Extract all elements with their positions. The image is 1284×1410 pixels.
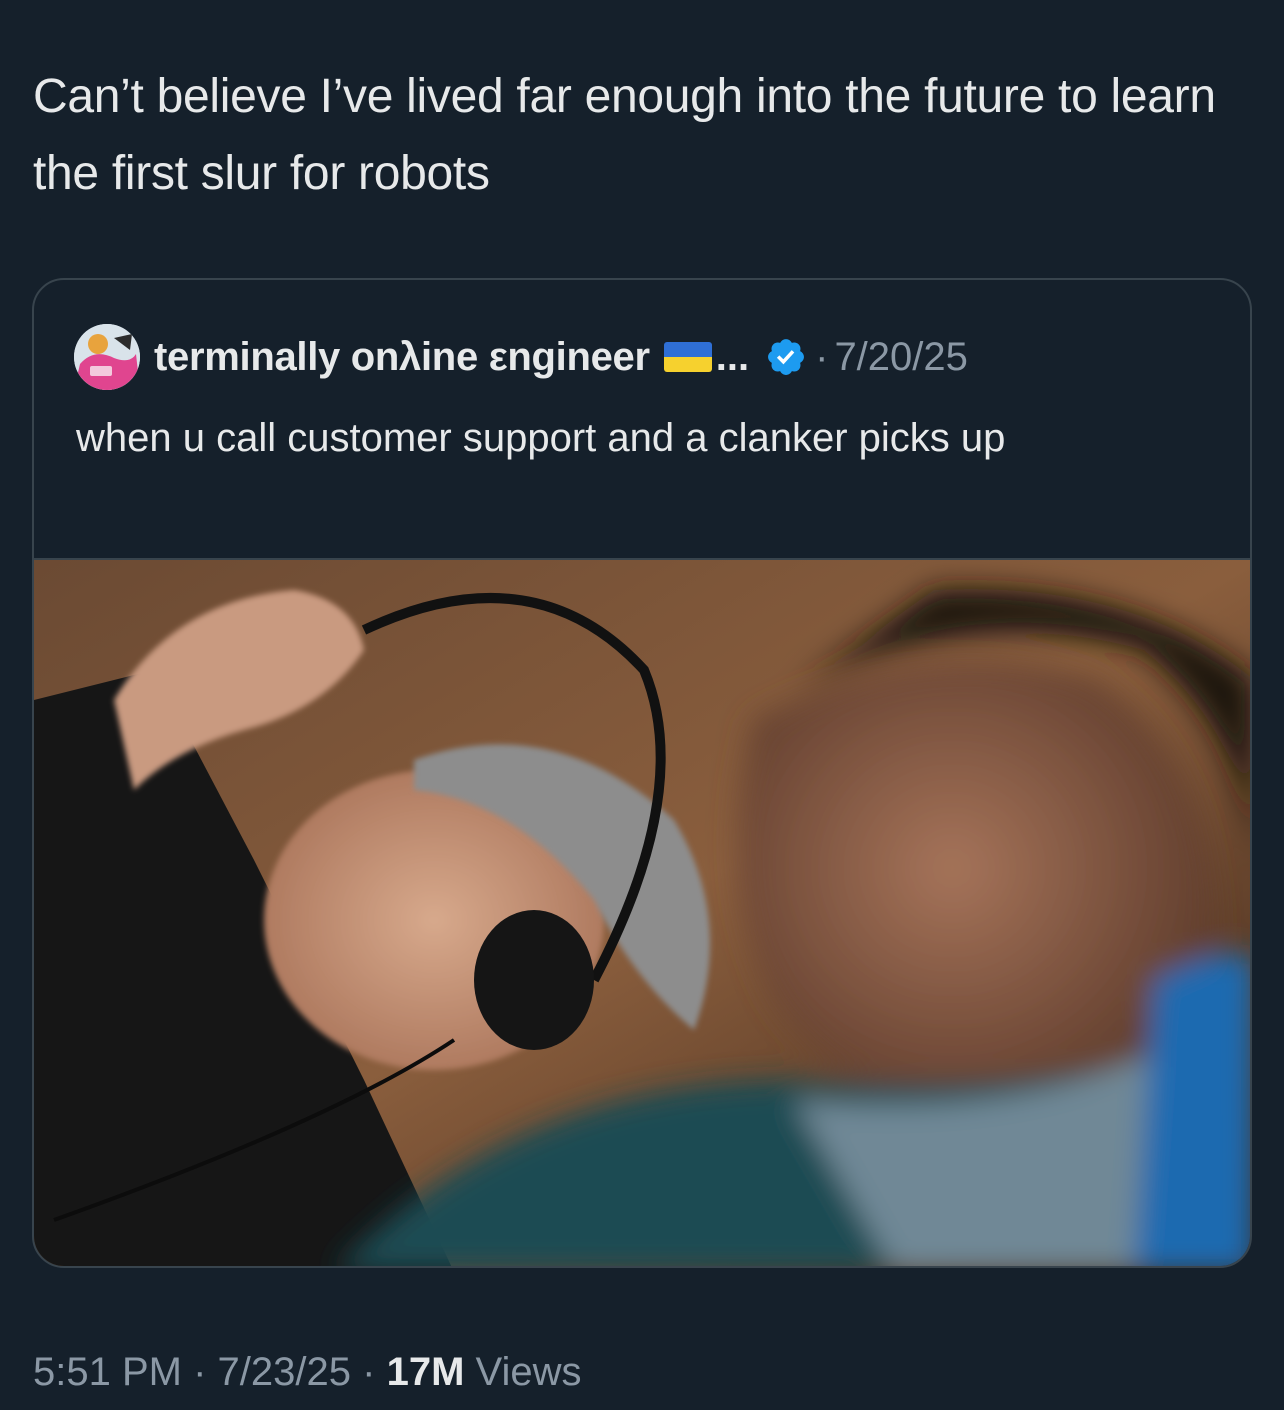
name-truncation: ... <box>715 334 750 379</box>
meta-separator: · <box>193 1350 207 1394</box>
views-label: Views <box>475 1350 582 1394</box>
avatar-icon[interactable] <box>74 324 140 390</box>
header-separator: · <box>815 334 829 379</box>
quoted-tweet-card[interactable]: terminally onλine εngineer ... · 7/20/25… <box>32 278 1252 1268</box>
verified-badge-icon <box>768 339 805 375</box>
quoted-tweet-date[interactable]: 7/20/25 <box>834 335 967 380</box>
quoted-tweet-header: terminally onλine εngineer ... · 7/20/25 <box>74 322 968 392</box>
tweet-date[interactable]: 7/23/25 <box>218 1350 351 1394</box>
meta-separator: · <box>362 1350 376 1394</box>
author-name[interactable]: terminally onλine εngineer <box>154 335 650 380</box>
quoted-tweet-image[interactable] <box>34 558 1250 1266</box>
tweet-meta: 5:51 PM · 7/23/25 · 17M Views <box>33 1350 582 1395</box>
views-count: 17M <box>386 1350 465 1394</box>
quoted-tweet-text: when u call customer support and a clank… <box>76 416 1006 460</box>
tweet-text: Can’t believe I’ve lived far enough into… <box>33 70 1216 200</box>
tweet-time[interactable]: 5:51 PM <box>33 1350 182 1394</box>
ukraine-flag-icon <box>663 342 712 372</box>
